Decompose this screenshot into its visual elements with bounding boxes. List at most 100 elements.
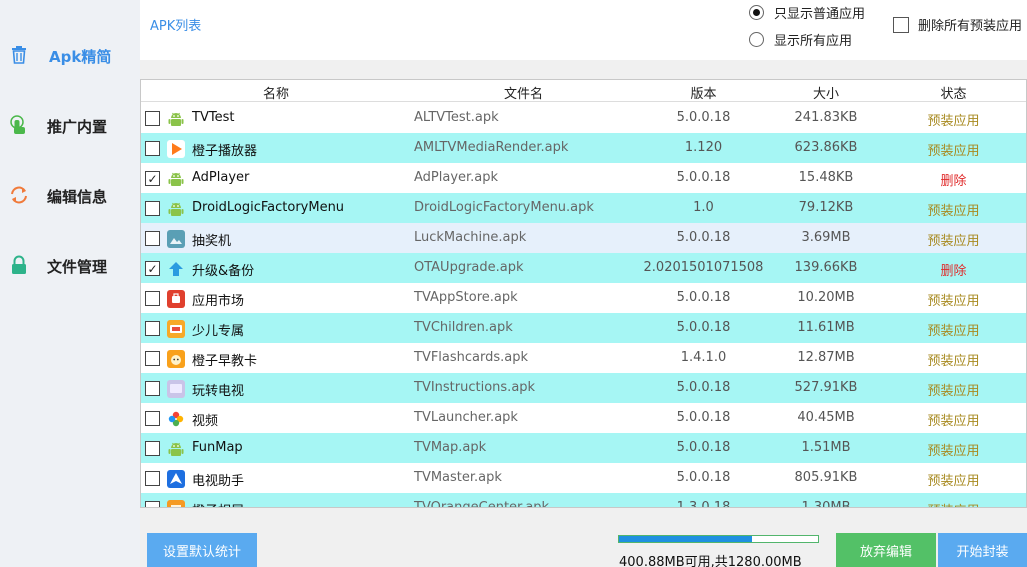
table-row[interactable]: 橙子播放器 AMLTVMediaRender.apk 1.120 623.86KB 预装… xyxy=(141,133,1026,163)
column-header-name[interactable]: 名称 xyxy=(241,83,311,102)
version: 5.0.0.18 xyxy=(676,290,731,305)
app-name: 橙子相屋 xyxy=(192,500,244,507)
touch-icon xyxy=(8,114,30,136)
app-name: 抽奖机 xyxy=(192,234,232,249)
table-row[interactable]: 少儿专属 TVChildren.apk 5.0.0.18 11.61MB 预装应用 xyxy=(141,313,1026,343)
row-checkbox[interactable] xyxy=(145,351,160,366)
table-row[interactable]: ✓ AdPlayer AdPlayer.apk 5.0.0.18 15.48KB 删除 xyxy=(141,163,1026,193)
radio-normal-apps[interactable]: 只显示普通应用 xyxy=(749,3,865,22)
version: 5.0.0.18 xyxy=(676,470,731,485)
sidebar: Apk精简 推广内置 编辑信息 文件管理 xyxy=(0,0,140,567)
file-size: 805.91KB xyxy=(794,470,858,485)
status-label: 预装应用 xyxy=(927,204,980,219)
table-row[interactable]: 抽奖机 LuckMachine.apk 5.0.0.18 3.69MB 预装应用 xyxy=(141,223,1026,253)
row-checkbox[interactable] xyxy=(145,231,160,246)
table-row[interactable]: DroidLogicFactoryMenu DroidLogicFactoryMe… xyxy=(141,193,1026,223)
app-name: 视频 xyxy=(192,414,219,429)
file-name: ALTVTest.apk xyxy=(414,110,499,125)
table-header: 名称 文件名 版本 大小 状态 xyxy=(141,80,1026,102)
radio-all-apps[interactable]: 显示所有应用 xyxy=(749,30,852,49)
delete-all-preinstalled-checkbox[interactable]: 删除所有预装应用 xyxy=(893,15,1022,34)
radio-dot[interactable] xyxy=(749,5,764,20)
table-row[interactable]: TVTest ALTVTest.apk 5.0.0.18 241.83KB 预装应用 xyxy=(141,103,1026,133)
app-name: 应用市场 xyxy=(192,294,245,309)
status-label: 预装应用 xyxy=(901,500,1006,507)
table-row[interactable]: 玩转电视 TVInstructions.apk 5.0.0.18 527.91KB 预装… xyxy=(141,373,1026,403)
table-row[interactable]: FunMap TVMap.apk 5.0.0.18 1.51MB 预装应用 xyxy=(141,433,1026,463)
row-checkbox[interactable] xyxy=(145,111,160,126)
row-checkbox[interactable] xyxy=(145,321,160,336)
apk-table: 名称 文件名 版本 大小 状态 TVTest ALTVTest.apk 5.0.0.… xyxy=(140,79,1027,508)
set-default-stats-button[interactable]: 设置默认统计 xyxy=(147,533,257,567)
radio-dot[interactable] xyxy=(749,32,764,47)
table-row[interactable]: 视频 TVLauncher.apk 5.0.0.18 40.45MB 预装应用 xyxy=(141,403,1026,433)
tv-guide-icon xyxy=(167,380,185,398)
file-name: DroidLogicFactoryMenu.apk xyxy=(414,200,594,215)
app-name: 升级&备份 xyxy=(192,264,255,279)
sidebar-item-file-manage[interactable]: 文件管理 xyxy=(0,246,140,286)
column-header-file[interactable]: 文件名 xyxy=(486,83,561,102)
status-label: 预装应用 xyxy=(927,444,980,459)
storage-text: 400.88MB可用,共1280.00MB xyxy=(619,555,802,567)
row-checkbox[interactable]: ✓ xyxy=(145,261,160,276)
status-label: 预装应用 xyxy=(927,144,980,159)
table-row[interactable]: 橙子相屋 TVOrangeCenter.apk 1.3.0.18 1.30MB 预装应用 xyxy=(141,493,1026,508)
file-name: TVMap.apk xyxy=(414,440,487,455)
app-name: AdPlayer xyxy=(192,170,250,185)
trash-icon xyxy=(8,44,30,66)
start-package-button[interactable]: 开始封装 xyxy=(938,533,1027,567)
sidebar-item-label: 文件管理 xyxy=(47,257,108,276)
status-label: 预装应用 xyxy=(927,294,980,309)
checkbox-box[interactable] xyxy=(893,16,909,33)
file-size: 527.91KB xyxy=(794,380,858,395)
row-checkbox[interactable] xyxy=(145,441,160,456)
app-name: FunMap xyxy=(192,440,243,455)
status-label: 预装应用 xyxy=(927,324,980,339)
kids-icon xyxy=(167,320,185,338)
android-icon xyxy=(167,110,185,128)
status-label: 预装应用 xyxy=(927,354,980,369)
table-row[interactable]: 应用市场 TVAppStore.apk 5.0.0.18 10.20MB 预装应用 xyxy=(141,283,1026,313)
discard-edit-button[interactable]: 放弃编辑 xyxy=(836,533,936,567)
row-checkbox[interactable] xyxy=(145,201,160,216)
file-name: TVChildren.apk xyxy=(414,320,513,335)
version: 1.3.0.18 xyxy=(676,500,731,508)
version: 1.4.1.0 xyxy=(680,350,727,365)
sidebar-item-label: 推广内置 xyxy=(47,117,108,136)
file-size: 241.83KB xyxy=(794,110,858,125)
image-icon xyxy=(167,230,185,248)
status-label: 删除 xyxy=(940,264,967,279)
file-size: 623.86KB xyxy=(794,140,858,155)
row-checkbox[interactable] xyxy=(145,381,160,396)
row-checkbox[interactable] xyxy=(145,411,160,426)
row-checkbox[interactable] xyxy=(145,291,160,306)
table-row[interactable]: 电视助手 TVMaster.apk 5.0.0.18 805.91KB 预装应用 xyxy=(141,463,1026,493)
column-header-version[interactable]: 版本 xyxy=(671,83,736,102)
file-name: TVInstructions.apk xyxy=(414,380,536,395)
play-icon xyxy=(167,140,185,158)
file-name: TVOrangeCenter.apk xyxy=(414,500,550,508)
row-checkbox[interactable] xyxy=(145,471,160,486)
row-checkbox[interactable] xyxy=(145,141,160,156)
version: 5.0.0.18 xyxy=(676,380,731,395)
footer: 设置默认统计 400.88MB可用,共1280.00MB 放弃编辑 开始封装 xyxy=(140,526,1027,567)
checkbox-label: 删除所有预装应用 xyxy=(918,19,1023,34)
file-size: 11.61MB xyxy=(797,320,855,335)
sidebar-item-edit-info[interactable]: 编辑信息 xyxy=(0,176,140,216)
column-header-status[interactable]: 状态 xyxy=(921,83,986,102)
row-checkbox[interactable]: ✓ xyxy=(145,171,160,186)
file-size: 139.66KB xyxy=(794,260,858,275)
column-header-size[interactable]: 大小 xyxy=(796,83,856,102)
table-row[interactable]: ✓ 升级&备份 OTAUpgrade.apk 2.0201501071508 139.6… xyxy=(141,253,1026,283)
version: 5.0.0.18 xyxy=(676,410,731,425)
sidebar-item-promo-builtin[interactable]: 推广内置 xyxy=(0,106,140,146)
app-name: 电视助手 xyxy=(192,474,245,489)
row-checkbox[interactable] xyxy=(145,501,160,507)
table-row[interactable]: 橙子早教卡 TVFlashcards.apk 1.4.1.0 12.87MB 预装应用 xyxy=(141,343,1026,373)
file-name: TVAppStore.apk xyxy=(414,290,518,305)
sidebar-item-apk-slim[interactable]: Apk精简 xyxy=(0,36,140,76)
version: 5.0.0.18 xyxy=(676,230,731,245)
app-name: DroidLogicFactoryMenu xyxy=(192,200,345,215)
file-size: 12.87MB xyxy=(797,350,855,365)
file-name: OTAUpgrade.apk xyxy=(414,260,524,275)
